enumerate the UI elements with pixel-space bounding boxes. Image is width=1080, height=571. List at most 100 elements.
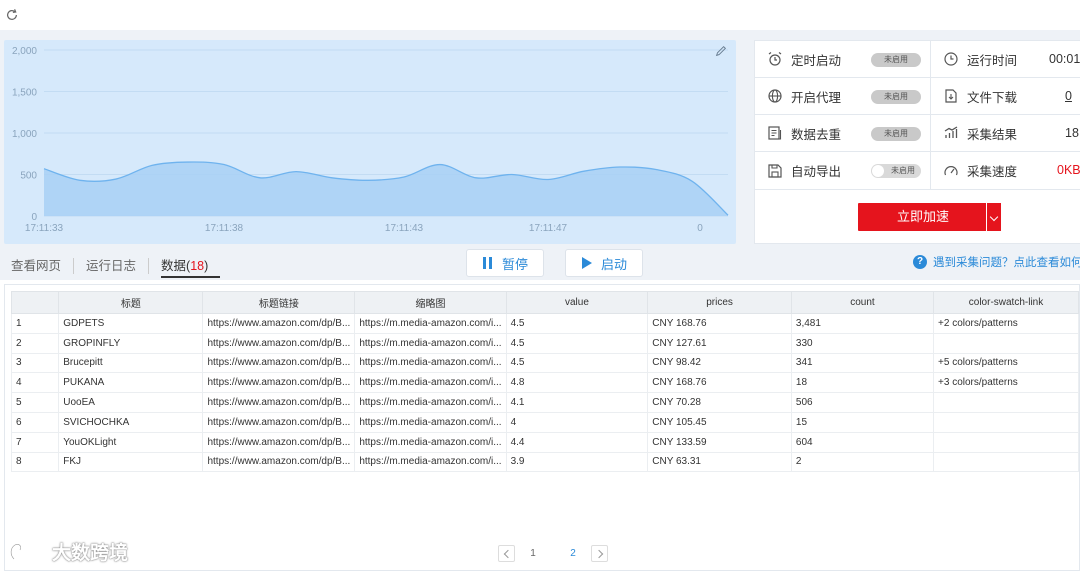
table-cell <box>933 431 1079 453</box>
setting-label: 开启代理 <box>791 90 842 105</box>
status-badge[interactable]: 未启用 <box>871 90 921 104</box>
stat-value-link[interactable]: 0 <box>1065 89 1072 103</box>
globe-icon <box>768 89 782 103</box>
table-row[interactable]: 5 UooEA https://www.amazon.com/dp/B... http… <box>10 392 1079 413</box>
table-row[interactable]: 4 PUKANA https://www.amazon.com/dp/B... htt… <box>10 372 1079 394</box>
pause-label: 暂停 <box>501 256 528 272</box>
refresh-icon[interactable] <box>5 8 19 22</box>
table-row[interactable]: 6 SVICHOCHKA https://www.amazon.com/dp/B..… <box>10 411 1079 433</box>
stat-value: 18 <box>1065 126 1079 140</box>
table-cell: CNY 105.45 <box>647 411 792 433</box>
divider <box>755 189 931 190</box>
status-badge[interactable]: 未启用 <box>871 127 921 141</box>
start-label: 启动 <box>600 256 627 272</box>
next-page-button[interactable] <box>591 545 608 562</box>
prev-page-button[interactable] <box>498 545 515 562</box>
table-row[interactable]: 3 Brucepitt https://www.amazon.com/dp/B...… <box>10 352 1079 374</box>
setting-dedupe[interactable]: 数据去重 未启用 <box>755 115 931 152</box>
view-tabs: 查看网页 运行日志 数据(18) <box>11 258 232 280</box>
column-header[interactable]: 标题 <box>58 291 204 314</box>
table-cell: CNY 98.42 <box>647 352 792 374</box>
table-cell: 4.8 <box>505 372 649 394</box>
help-link[interactable]: ? 遇到采集问题？点此查看如何 <box>913 254 1080 270</box>
status-badge[interactable]: 未启用 <box>871 53 921 67</box>
table-cell: +5 colors/patterns <box>933 352 1079 374</box>
table-cell <box>933 451 1079 473</box>
column-header[interactable]: 缩略图 <box>354 291 507 314</box>
table-cell: +3 colors/patterns <box>933 372 1079 394</box>
help-text: 遇到采集问题？点此查看如何 <box>933 257 1080 269</box>
x-tick-label: 17:11:47 <box>529 223 568 234</box>
table-cell: 3.9 <box>505 451 649 473</box>
accelerate-button[interactable]: 立即加速 <box>858 203 988 231</box>
toggle-switch[interactable]: 未启用 <box>871 164 921 178</box>
tab-data-close: ) <box>204 259 209 273</box>
y-tick-label: 1,000 <box>12 129 37 140</box>
table-cell: https://www.amazon.com/dp/B... <box>202 352 356 374</box>
table-row[interactable]: 2 GROPINFLY https://www.amazon.com/dp/B...… <box>10 332 1079 354</box>
tab-run-log[interactable]: 运行日志 <box>86 258 150 274</box>
column-header[interactable]: color-swatch-link <box>933 291 1079 314</box>
table-cell: 15 <box>790 411 935 433</box>
y-tick-label: 2,000 <box>12 46 37 57</box>
column-header[interactable]: count <box>790 291 935 314</box>
stat-speed: 采集速度 0KB/ <box>931 152 1080 189</box>
table-cell: 4 <box>10 372 60 394</box>
pencil-icon[interactable] <box>714 44 728 58</box>
column-header[interactable]: value <box>505 291 649 314</box>
table-cell: 330 <box>790 332 935 354</box>
table-cell: 3 <box>10 352 60 374</box>
setting-scheduled-start[interactable]: 定时启动 未启用 <box>755 41 931 78</box>
setting-auto-export[interactable]: 自动导出 未启用 <box>755 152 931 189</box>
column-header[interactable]: prices <box>647 291 792 314</box>
table-cell: 2 <box>790 451 935 473</box>
table-cell: SVICHOCHKA <box>58 411 204 433</box>
y-tick-label: 500 <box>20 171 37 182</box>
x-tick-label: 17:11:33 <box>25 223 64 234</box>
table-cell: https://www.amazon.com/dp/B... <box>202 411 356 433</box>
table-cell: https://www.amazon.com/dp/B... <box>202 451 356 473</box>
table-row[interactable]: 1 GDPETS https://www.amazon.com/dp/B... htt… <box>10 313 1079 334</box>
task-settings-panel: 定时启动 未启用 运行时间 00:01: 开启代理 未启用 文件下载 0 数据去… <box>754 40 1080 244</box>
table-cell: 6 <box>10 411 60 433</box>
page-1[interactable]: 1 <box>523 548 543 559</box>
stat-results: 采集结果 18 <box>931 115 1080 152</box>
table-cell: 2 <box>10 332 60 354</box>
tab-data[interactable]: 数据(18) <box>161 258 221 278</box>
table-row[interactable]: 8 FKJ https://www.amazon.com/dp/B... https:… <box>10 451 1079 473</box>
chart-canvas: 2,0001,5001,000500017:11:33 17:11:38 17:11… <box>12 46 729 234</box>
table-cell: CNY 168.76 <box>647 313 792 334</box>
table-cell: https://m.media-amazon.com/i... <box>354 372 507 394</box>
stat-file-download: 文件下载 0 <box>931 78 1080 115</box>
dedupe-icon <box>768 126 782 140</box>
table-row[interactable]: 7 YouOKLight https://www.amazon.com/dp/B..… <box>10 431 1079 453</box>
tab-view-page[interactable]: 查看网页 <box>11 258 75 274</box>
table-cell: https://m.media-amazon.com/i... <box>354 352 507 374</box>
table-cell: https://m.media-amazon.com/i... <box>354 411 507 433</box>
table-cell: FKJ <box>58 451 204 473</box>
table-cell: Brucepitt <box>58 352 204 374</box>
table-cell: +2 colors/patterns <box>933 313 1079 334</box>
page-2[interactable]: 2 <box>563 548 583 559</box>
pause-button[interactable]: 暂停 <box>466 249 544 277</box>
stat-label: 采集速度 <box>967 165 1018 179</box>
play-icon <box>581 257 592 269</box>
stat-label: 文件下载 <box>967 90 1018 105</box>
table-cell <box>933 392 1079 413</box>
table-cell: GROPINFLY <box>58 332 204 354</box>
table-cell: 1 <box>10 313 60 334</box>
column-header[interactable]: 标题链接 <box>202 291 356 314</box>
file-download-icon <box>945 89 957 103</box>
start-button[interactable]: 启动 <box>565 249 643 277</box>
pagination: 1 2 <box>498 545 608 562</box>
x-tick-label: 17:11:43 <box>385 223 424 234</box>
column-header[interactable] <box>10 291 60 314</box>
table-cell: PUKANA <box>58 372 204 394</box>
table-cell: CNY 63.31 <box>647 451 792 473</box>
table-cell: UooEA <box>58 392 204 413</box>
accelerate-dropdown-button[interactable] <box>986 203 1001 231</box>
x-tick-label: 17:11:38 <box>205 223 244 234</box>
table-cell: 4 <box>505 411 649 433</box>
setting-proxy[interactable]: 开启代理 未启用 <box>755 78 931 115</box>
pause-icon <box>482 257 492 269</box>
